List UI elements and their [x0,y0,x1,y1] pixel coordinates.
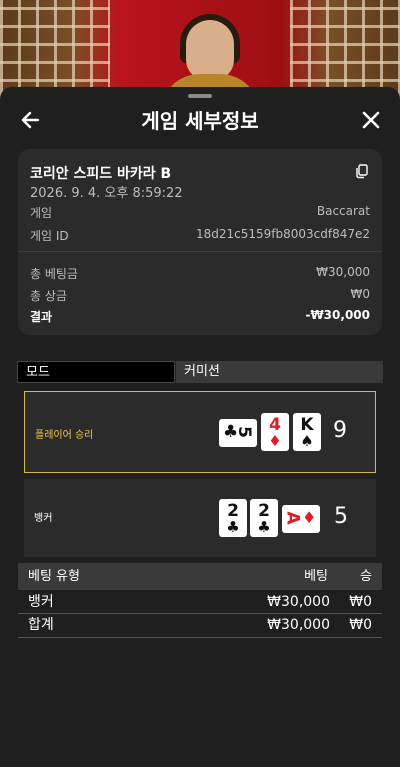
player-score: 9 [333,418,347,443]
copy-icon [356,164,368,179]
game-type-label: 게임 [30,206,53,220]
banker-card-2: 2 ♣ [250,499,278,537]
row-bet-type: 뱅커 [28,594,54,610]
table-total-row: 합계 ₩30,000 ₩0 [18,615,382,635]
col-bet: 베팅 [304,569,328,584]
player-card-3: K ♠ [293,413,321,451]
game-datetime: 2026. 9. 4. 오후 8:59:22 [30,186,183,201]
game-details-sheet: 게임 세부정보 코리안 스피드 바카라 B 2026. 9. 4. 오후 8:5… [0,87,400,767]
card-suit: ♣ [226,518,240,536]
result-value: -₩30,000 [305,308,370,322]
live-video-background [0,0,400,100]
game-name: 코리안 스피드 바카라 B [30,166,172,182]
result-label: 결과 [30,310,53,324]
total-bet-row: 총 베팅금 ₩30,000 [30,265,370,282]
col-bet-type: 베팅 유형 [28,569,80,584]
game-id-label: 게임 ID [30,229,69,243]
banker-result-row: 뱅커 2 ♣ 2 ♣ A ♦ 5 [24,479,376,557]
card-rank: A [282,511,303,525]
card-suit: ♠ [300,432,314,450]
player-card-2: 4 ♦ [261,413,289,451]
player-result-row: 플레이어 승리 ♣ 5 4 ♦ K ♠ 9 [24,391,376,473]
col-win: 승 [360,569,372,584]
bets-table-header: 베팅 유형 베팅 승 [18,563,382,590]
total-type: 합계 [28,617,54,633]
total-bet: ₩30,000 [267,617,330,633]
page-title: 게임 세부정보 [141,109,259,133]
game-id-row: 게임 ID 18d21c5159fb8003cdf847e2 [30,227,370,244]
drag-handle[interactable] [188,94,212,98]
table-divider [18,613,382,614]
row-bet: ₩30,000 [267,594,330,610]
copy-button[interactable] [354,163,370,179]
total-bet-label: 총 베팅금 [30,267,78,281]
table-row: 뱅커 ₩30,000 ₩0 [18,592,382,612]
game-type-row: 게임 Baccarat [30,204,370,221]
window-lattice-left [0,0,110,100]
close-icon [362,111,380,129]
table-divider [18,637,382,638]
game-id-value: 18d21c5159fb8003cdf847e2 [195,227,370,241]
close-button[interactable] [360,109,382,131]
total-win: ₩0 [349,617,372,633]
game-type-value: Baccarat [316,204,370,218]
banker-card-1: 2 ♣ [219,499,247,537]
total-win-row: 총 상금 ₩0 [30,287,370,304]
player-win-label: 플레이어 승리 [35,430,94,441]
banker-card-3: A ♦ [282,505,320,533]
info-divider [18,251,382,252]
player-card-1: ♣ 5 [219,419,257,447]
banker-label: 뱅커 [34,513,53,524]
mode-cell: 모드 [17,361,175,383]
commission-cell: 커미션 [176,361,383,383]
row-win: ₩0 [349,594,372,610]
total-win-label: 총 상금 [30,289,67,303]
total-bet-value: ₩30,000 [316,265,370,279]
card-suit: ♦ [268,432,282,450]
result-row: 결과 -₩30,000 [30,308,370,325]
dealer-face [186,20,234,80]
game-info-card: 코리안 스피드 바카라 B 2026. 9. 4. 오후 8:59:22 게임 … [18,149,382,335]
banker-score: 5 [334,504,348,529]
card-suit: ♣ [257,518,271,536]
total-win-value: ₩0 [350,287,371,301]
window-lattice-right [290,0,400,100]
card-rank: 5 [233,426,254,438]
card-suit: ♦ [302,508,317,527]
